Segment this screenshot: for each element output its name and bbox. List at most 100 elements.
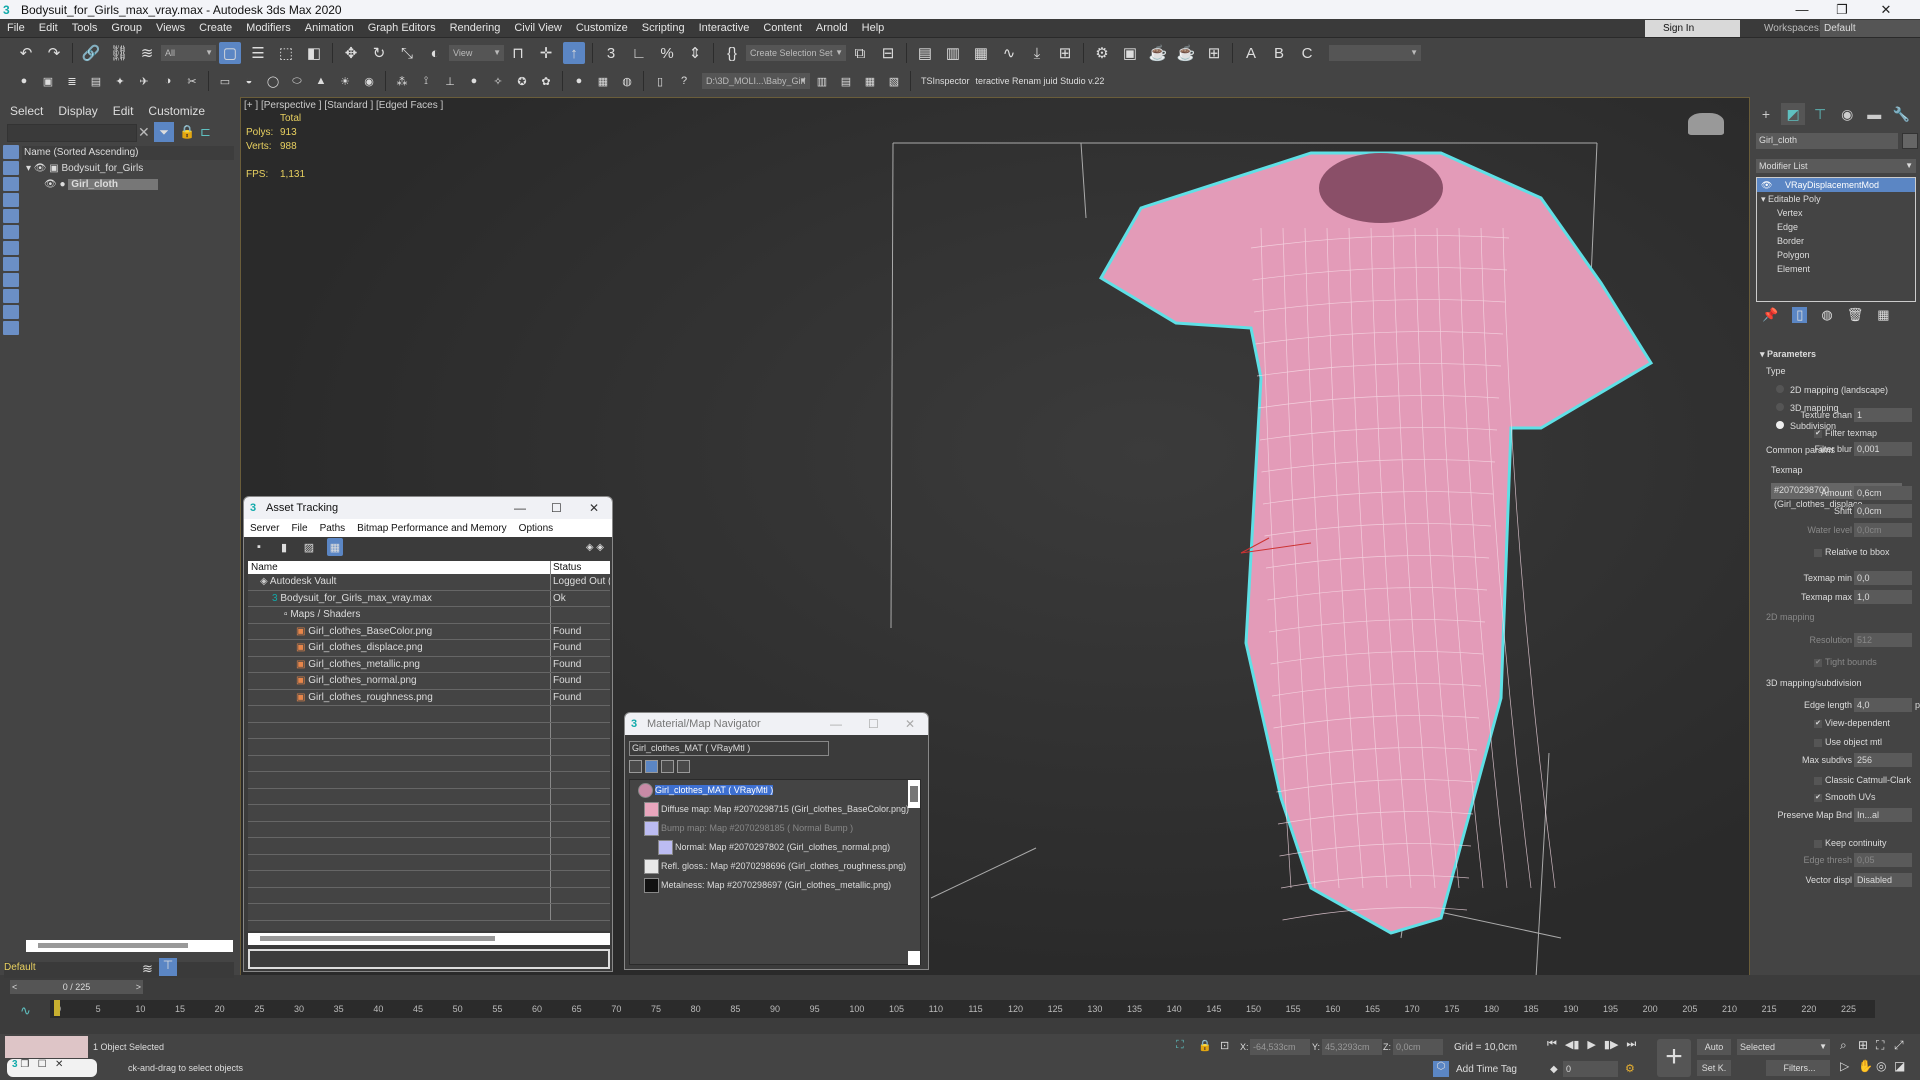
vault-login-icon[interactable]: ◈ ◈	[586, 542, 604, 553]
filter-groups-icon[interactable]	[3, 241, 19, 255]
sign-in-dropdown[interactable]: Sign In	[1645, 20, 1740, 37]
vray-light-plane-icon[interactable]: ▭	[216, 72, 234, 90]
menu-create[interactable]: Create	[192, 22, 239, 34]
script-b-icon[interactable]: B	[1268, 42, 1290, 64]
maximize-viewport-icon[interactable]: ◪	[1894, 1059, 1912, 1073]
hierarchy-icon[interactable]: ⊏	[200, 124, 211, 140]
tight-bounds-checkbox[interactable]: ✔ Tight bounds	[1814, 657, 1877, 667]
render-production-icon[interactable]: ☕	[1147, 42, 1169, 64]
project-link-icon[interactable]: ▧	[885, 72, 903, 90]
script-c-icon[interactable]: C	[1296, 42, 1318, 64]
view-list-icon[interactable]	[629, 760, 642, 773]
layer-explorer-icon[interactable]: ▥	[942, 42, 964, 64]
mirror-icon[interactable]: ⧉	[849, 42, 871, 64]
scene-column-header[interactable]: Name (Sorted Ascending)	[22, 146, 234, 160]
keyboard-shortcut-override-icon[interactable]: ↑	[563, 42, 585, 64]
z-coordinate-field[interactable]: 0,0cm	[1393, 1039, 1443, 1055]
object-name-field[interactable]: Girl_cloth	[1756, 133, 1898, 149]
tool-table-icon[interactable]: ▤	[87, 72, 105, 90]
lock-icon[interactable]: 🔒	[179, 124, 195, 140]
modifier-stack-item[interactable]: ▾ Editable Poly	[1757, 192, 1915, 206]
selection-filter-dropdown[interactable]: All	[161, 45, 216, 61]
column-name[interactable]: Name	[248, 561, 551, 574]
asset-row[interactable]: ▫ Maps / Shaders	[248, 607, 610, 624]
scene-menu-customize[interactable]: Customize	[148, 104, 205, 118]
current-frame-field[interactable]: 0	[1563, 1061, 1618, 1077]
filter-geometry-icon[interactable]	[3, 145, 19, 159]
scene-explorer-icon[interactable]: ▤	[914, 42, 936, 64]
type-radio-0[interactable]: 2D mapping (landscape)	[1776, 385, 1888, 395]
taskbar-thumbnail[interactable]: 3 ❐ ☐ ✕	[7, 1059, 97, 1077]
thumbnail-icon[interactable]: ▨	[302, 538, 316, 556]
minimize-button[interactable]: —	[514, 497, 526, 519]
minimize-button[interactable]: —	[1782, 0, 1822, 19]
filter-hidden-icon[interactable]	[3, 321, 19, 335]
bind-space-warp-icon[interactable]: ≋	[136, 42, 158, 64]
place-icon[interactable]: ◐	[424, 42, 446, 64]
render-iterative-icon[interactable]: ☕	[1175, 42, 1197, 64]
edge-thresh-spinner[interactable]: 0,05	[1854, 853, 1912, 867]
menu-group[interactable]: Group	[104, 22, 149, 34]
bodysuit-mesh[interactable]	[1098, 151, 1654, 935]
vray-enmesh-icon[interactable]: ✿	[537, 72, 555, 90]
menu-bitmap-performance[interactable]: Bitmap Performance and Memory	[351, 523, 513, 534]
fov-icon[interactable]: ▷	[1840, 1059, 1858, 1073]
asset-tracking-titlebar[interactable]: 3 Asset Tracking — ☐ ✕	[244, 497, 612, 519]
scene-row-selected[interactable]: 👁 ● Girl_cloth	[22, 177, 234, 193]
filter-spacewarps-icon[interactable]	[3, 225, 19, 239]
menu-graph-editors[interactable]: Graph Editors	[361, 22, 443, 34]
tool-render-icon[interactable]: ▣	[39, 72, 57, 90]
help-icon[interactable]: ?	[675, 72, 693, 90]
project-folder-icon[interactable]: ▤	[837, 72, 855, 90]
absolute-mode-icon[interactable]: ⊡	[1220, 1039, 1229, 1052]
asset-row[interactable]: 3 Bodysuit_for_Girls_max_vray.max Ok	[248, 590, 610, 607]
align-icon[interactable]: ⊟	[877, 42, 899, 64]
modifier-stack-item[interactable]: Border	[1757, 234, 1915, 248]
x-coordinate-field[interactable]: -64,533cm	[1250, 1039, 1310, 1055]
snaps-toggle-icon[interactable]: 3	[600, 42, 622, 64]
unlink-icon[interactable]: ⛓	[108, 42, 130, 64]
rect-selection-icon[interactable]: ⬚	[275, 42, 297, 64]
named-selection-dropdown[interactable]: Create Selection Set	[746, 45, 846, 61]
modifier-list-dropdown[interactable]: Modifier List	[1756, 159, 1916, 173]
tool-list-icon[interactable]: ≣	[63, 72, 81, 90]
view-dependent-checkbox[interactable]: ✔ View-dependent	[1814, 718, 1890, 728]
scene-row[interactable]: ▾ 👁 ▣ Bodysuit_for_Girls	[22, 161, 234, 177]
select-object-icon[interactable]: ▢	[219, 42, 241, 64]
set-key-button[interactable]: +	[1657, 1039, 1691, 1077]
filter-containers-icon[interactable]	[3, 289, 19, 303]
filter-texmap-checkbox[interactable]: ✔ Filter texmap	[1814, 428, 1877, 438]
asset-row[interactable]: ▣ Girl_clothes_displace.png Found	[248, 640, 610, 657]
play-icon[interactable]: ▶	[1587, 1038, 1595, 1051]
map-node[interactable]: Refl. gloss.: Map #2070298696 (Girl_clot…	[644, 858, 906, 875]
ref-coord-dropdown[interactable]: View	[449, 45, 504, 61]
motion-tab-icon[interactable]: ◉	[1835, 103, 1859, 125]
scene-menu-select[interactable]: Select	[10, 104, 43, 118]
hierarchy-mode-icon[interactable]: ⊤	[159, 958, 177, 976]
y-coordinate-field[interactable]: 45,3293cm	[1322, 1039, 1382, 1055]
select-by-name-icon[interactable]: ☰	[247, 42, 269, 64]
tool-hair-icon[interactable]: ✂	[183, 72, 201, 90]
project-path-dropdown[interactable]: D:\3D_MOLI...\Baby_Girl	[702, 73, 810, 89]
extra-dropdown[interactable]	[1329, 45, 1421, 61]
next-frame-icon[interactable]: >	[136, 980, 141, 994]
asset-hscroll[interactable]	[248, 933, 610, 945]
make-unique-icon[interactable]: ◍	[1821, 307, 1832, 323]
pan-icon[interactable]: ✋	[1858, 1059, 1876, 1073]
curve-editor-mini-icon[interactable]: ∿	[20, 1003, 31, 1019]
menu-tools[interactable]: Tools	[65, 22, 105, 34]
dope-sheet-icon[interactable]: ⤓	[1026, 42, 1048, 64]
selection-lock-icon[interactable]: 🔒	[1198, 1039, 1212, 1052]
menu-interactive[interactable]: Interactive	[692, 22, 757, 34]
menu-server[interactable]: Server	[244, 523, 285, 534]
scene-hscroll[interactable]	[26, 940, 233, 952]
tool-light-icon[interactable]: ✦	[111, 72, 129, 90]
classic-catmull-checkbox[interactable]: Classic Catmull-Clark	[1814, 775, 1911, 785]
menu-animation[interactable]: Animation	[298, 22, 361, 34]
asset-row[interactable]: ▣ Girl_clothes_roughness.png Found	[248, 689, 610, 706]
filter-blur-spinner[interactable]: 0,001	[1854, 442, 1912, 456]
keep-continuity-checkbox[interactable]: Keep continuity	[1814, 838, 1887, 848]
asset-row[interactable]: ◈ Autodesk Vault Logged Out (	[248, 574, 610, 591]
window-crossing-icon[interactable]: ◧	[303, 42, 325, 64]
menu-rendering[interactable]: Rendering	[443, 22, 508, 34]
